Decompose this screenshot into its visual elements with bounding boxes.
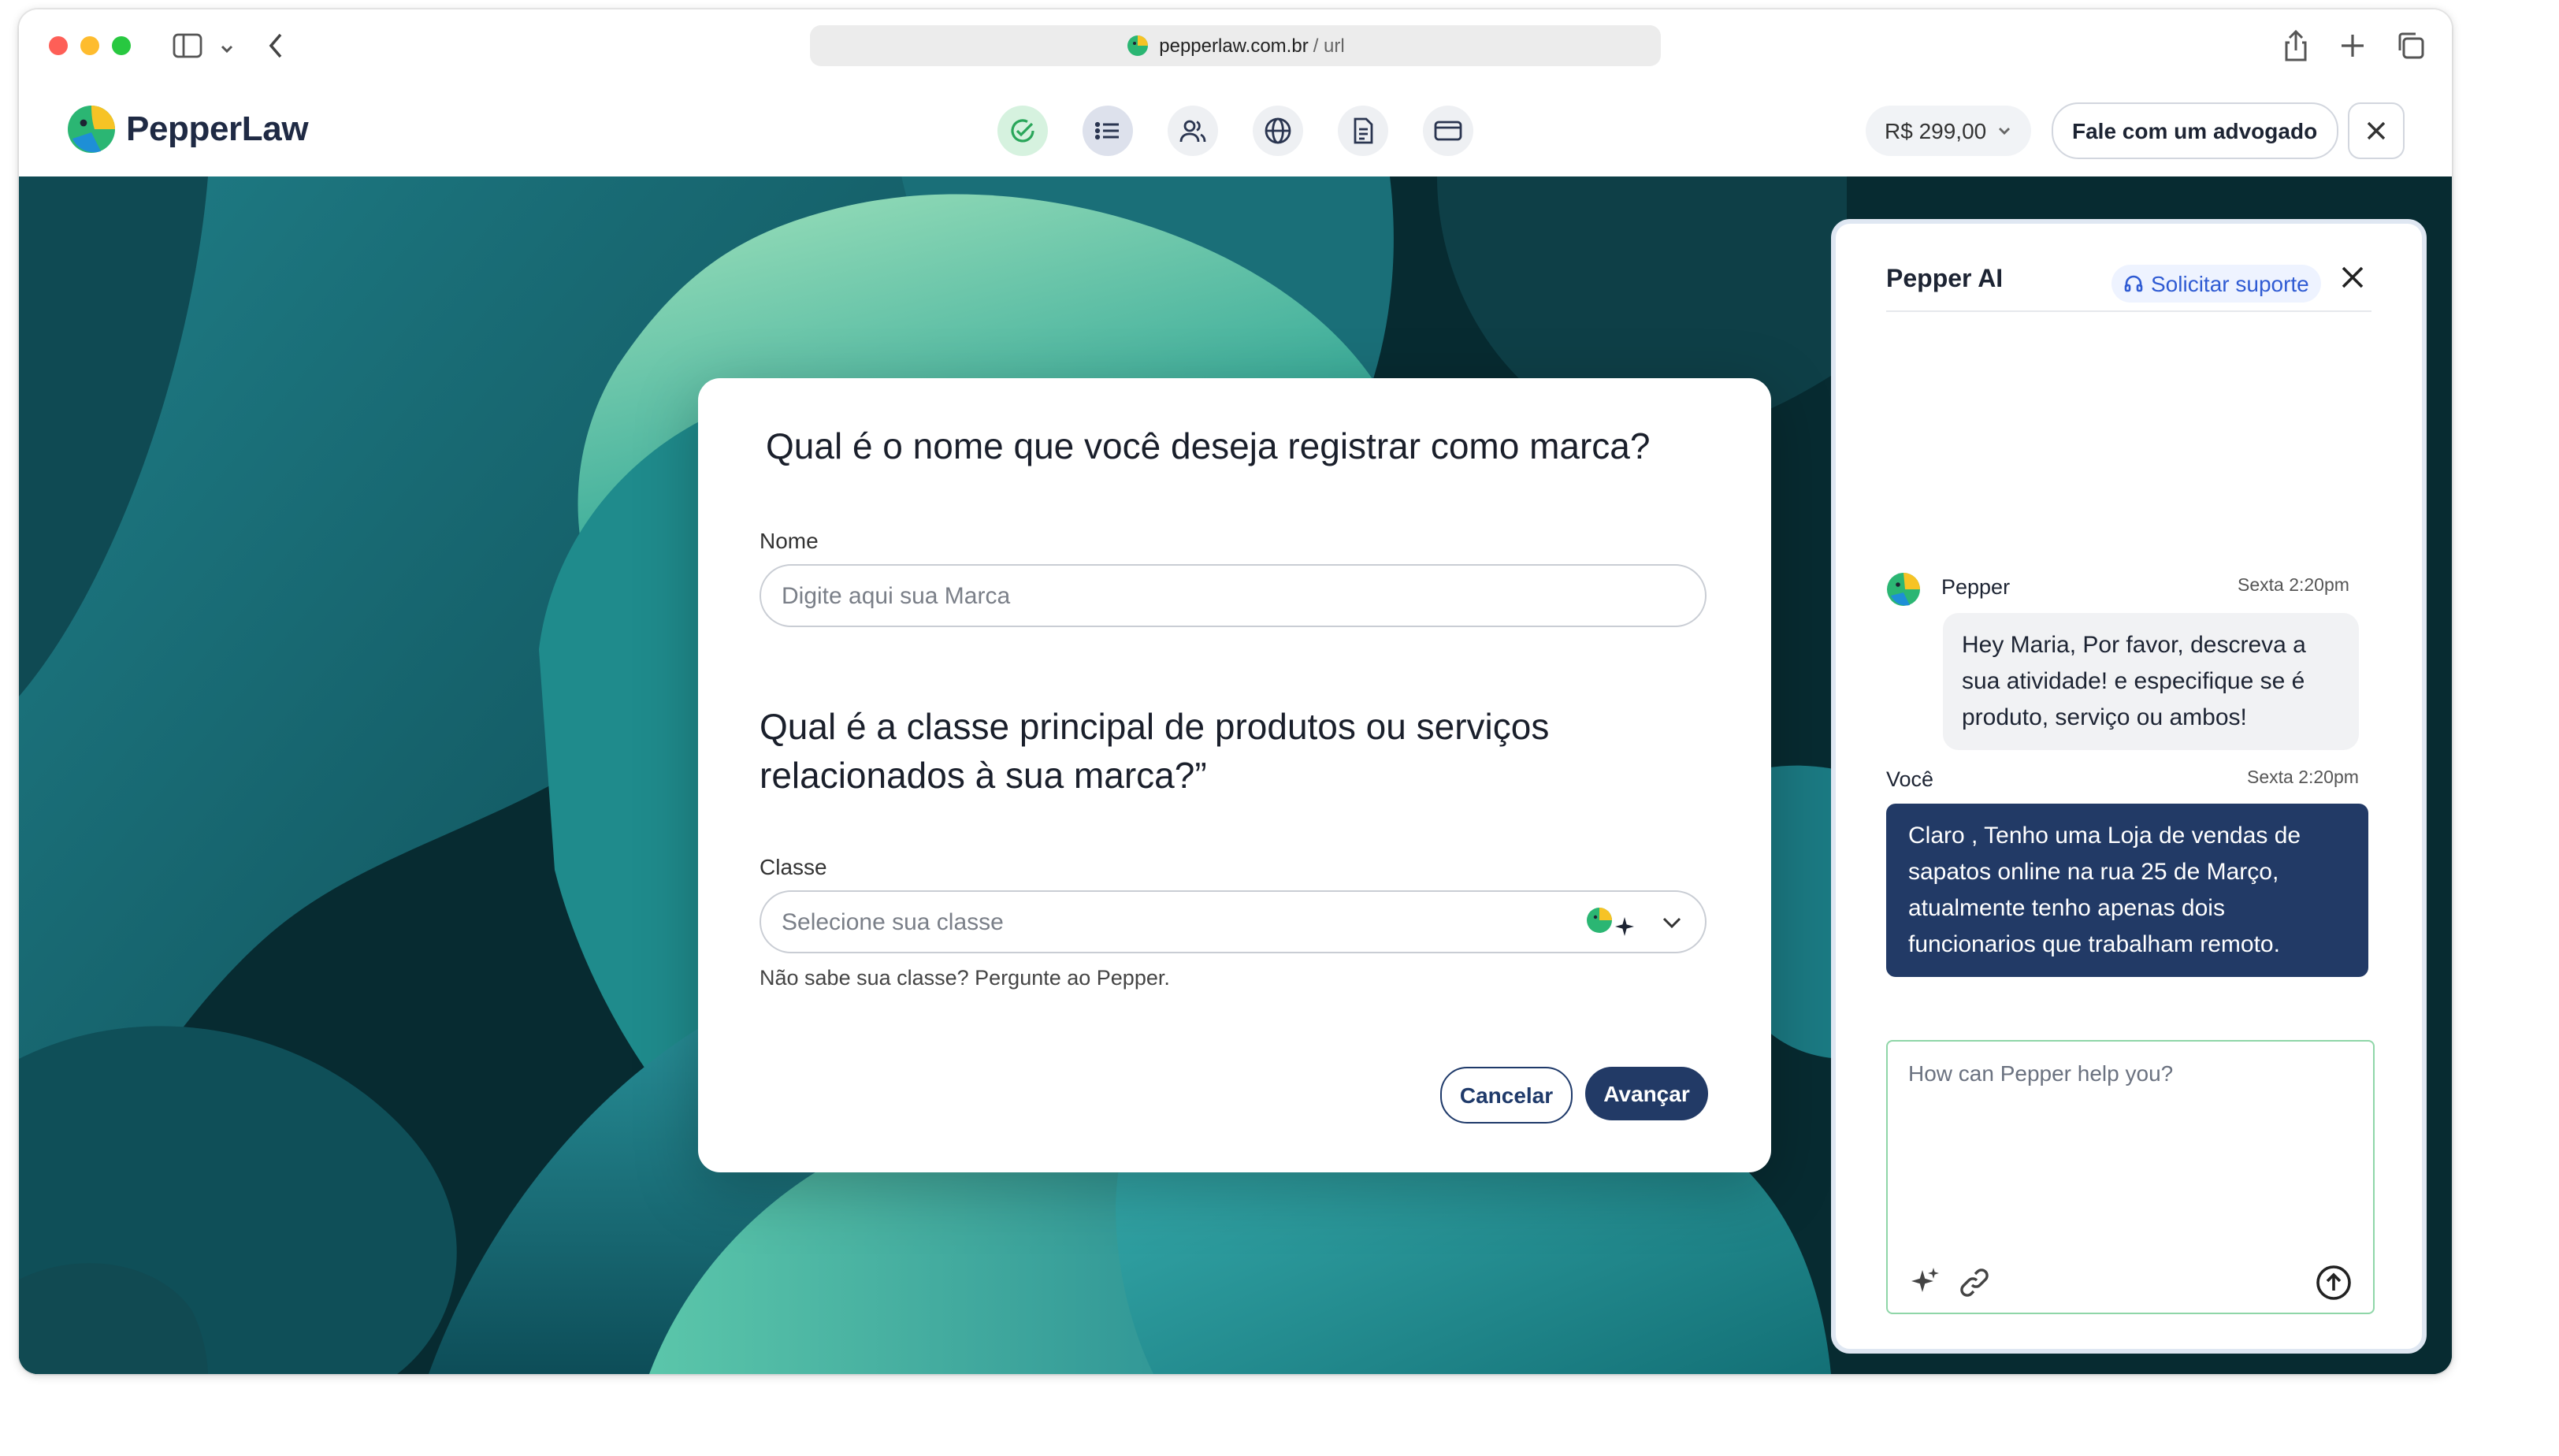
name-label: Nome	[760, 528, 819, 553]
pepper-ai-icon[interactable]	[1585, 906, 1617, 938]
credit-card-icon	[1434, 121, 1462, 141]
talk-to-lawyer-button[interactable]: Fale com um advogado	[2052, 102, 2338, 159]
step-check-circle[interactable]	[997, 106, 1048, 156]
browser-window: pepperlaw.com.br / url PepperLaw R$ 299,…	[19, 9, 2452, 1374]
chat-composer[interactable]: How can Pepper help you?	[1886, 1040, 2375, 1314]
address-bar[interactable]: pepperlaw.com.br / url	[810, 25, 1661, 66]
close-icon	[2342, 266, 2364, 288]
composer-placeholder: How can Pepper help you?	[1908, 1060, 2174, 1086]
step-document[interactable]	[1338, 106, 1388, 156]
class-label: Classe	[760, 854, 827, 879]
link-icon[interactable]	[1957, 1265, 1992, 1308]
minimize-window-button[interactable]	[80, 36, 99, 55]
users-icon	[1179, 120, 1206, 143]
request-support-button[interactable]: Solicitar suporte	[2111, 265, 2322, 303]
message-time: Sexta 2:20pm	[2247, 769, 2359, 788]
brand-name-question: Qual é o nome que você deseja registrar …	[766, 425, 1651, 466]
message-author: Você	[1886, 767, 1934, 791]
document-icon	[1354, 117, 1373, 144]
send-arrow-up-icon[interactable]	[2315, 1264, 2353, 1309]
sidebar-toggle-icon[interactable]	[172, 32, 203, 68]
new-tab-icon[interactable]	[2338, 32, 2367, 68]
close-icon	[2367, 121, 2386, 140]
brand-name: PepperLaw	[126, 109, 309, 148]
class-question: Qual é a classe principal de produtos ou…	[760, 706, 1550, 796]
class-hint: Não sabe sua classe? Pergunte ao Pepper.	[760, 966, 1170, 990]
class-select[interactable]: Selecione sua classe	[760, 890, 1707, 953]
brand-name-placeholder: Digite aqui sua Marca	[782, 582, 1011, 609]
chat-header-divider	[1886, 310, 2371, 312]
headset-icon	[2124, 275, 2143, 292]
list-icon	[1095, 121, 1119, 140]
step-list[interactable]	[1083, 106, 1133, 156]
step-users[interactable]	[1168, 106, 1218, 156]
brand-logo[interactable]: PepperLaw	[66, 104, 309, 154]
close-chat-button[interactable]	[2340, 265, 2365, 298]
trademark-form-modal: Qual é o nome que você deseja registrar …	[698, 378, 1771, 1172]
background-canvas: Qual é o nome que você deseja registrar …	[19, 176, 2452, 1374]
cancel-button[interactable]: Cancelar	[1440, 1067, 1573, 1124]
url-domain: pepperlaw.com.br	[1159, 35, 1309, 57]
globe-icon	[1265, 117, 1291, 144]
close-flow-button[interactable]	[2348, 102, 2405, 159]
share-icon[interactable]	[2282, 28, 2310, 71]
request-support-label: Solicitar suporte	[2151, 271, 2309, 296]
chevron-down-icon[interactable]	[1661, 911, 1683, 933]
price-value: R$ 299,00	[1885, 118, 1987, 143]
sparkle-icon	[1615, 917, 1634, 936]
step-payment[interactable]	[1423, 106, 1473, 156]
pepper-avatar-icon	[1887, 573, 1920, 606]
tab-overview-icon[interactable]	[2395, 30, 2427, 69]
check-circle-icon	[1011, 119, 1034, 143]
class-placeholder: Selecione sua classe	[782, 908, 1004, 935]
next-button[interactable]: Avançar	[1585, 1067, 1708, 1120]
progress-steps	[997, 106, 1508, 156]
message-time: Sexta 2:20pm	[2238, 577, 2349, 596]
url-path: / url	[1313, 35, 1345, 57]
zoom-window-button[interactable]	[112, 36, 131, 55]
price-dropdown[interactable]: R$ 299,00	[1866, 106, 2031, 156]
user-message: Claro , Tenho uma Loja de vendas de sapa…	[1886, 804, 2368, 977]
assistant-message: Hey Maria, Por favor, descreva a sua ati…	[1943, 613, 2359, 750]
back-icon[interactable]	[266, 30, 285, 69]
step-globe[interactable]	[1253, 106, 1303, 156]
chevron-down-icon[interactable]	[219, 36, 235, 65]
browser-toolbar: pepperlaw.com.br / url	[19, 9, 2452, 82]
chevron-down-icon	[1998, 128, 2010, 135]
sparkle-icon[interactable]	[1910, 1265, 1941, 1305]
brand-name-input[interactable]: Digite aqui sua Marca	[760, 564, 1707, 627]
close-window-button[interactable]	[49, 36, 68, 55]
chat-title: Pepper AI	[1886, 266, 2004, 293]
message-author: Pepper	[1941, 575, 2011, 599]
pepper-favicon-icon	[1127, 35, 1148, 56]
pepper-ai-chat-panel: Pepper AI Solicitar suporte Pepper Sexta…	[1831, 219, 2427, 1354]
pepper-logo-icon	[68, 106, 115, 153]
app-header: PepperLaw R$ 299,00 Fale com um advogado	[19, 82, 2452, 178]
